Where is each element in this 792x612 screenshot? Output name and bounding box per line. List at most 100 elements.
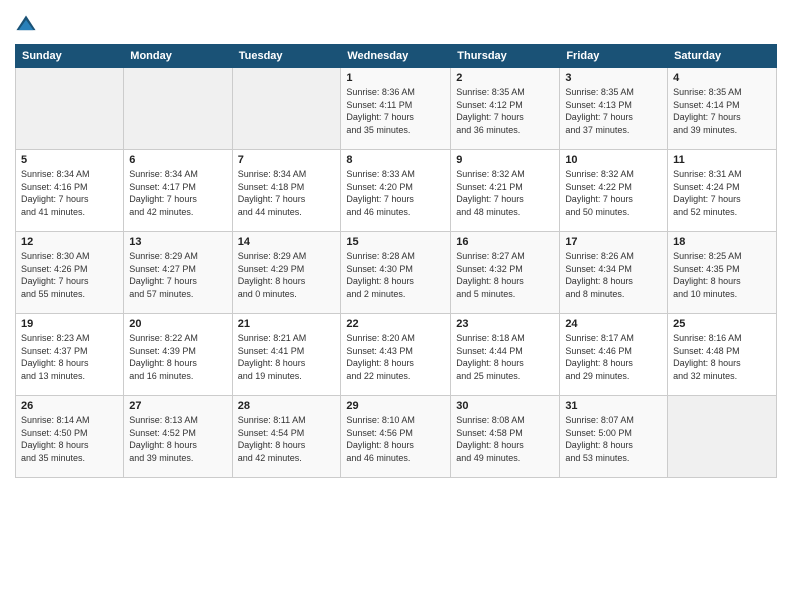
day-number: 28 <box>238 400 336 412</box>
day-info: Sunrise: 8:26 AM Sunset: 4:34 PM Dayligh… <box>565 250 662 300</box>
calendar-cell: 20 Sunrise: 8:22 AM Sunset: 4:39 PM Dayli… <box>124 314 232 396</box>
day-info: Sunrise: 8:25 AM Sunset: 4:35 PM Dayligh… <box>673 250 771 300</box>
day-info: Sunrise: 8:35 AM Sunset: 4:13 PM Dayligh… <box>565 86 662 136</box>
weekday-header: Tuesday <box>232 45 341 68</box>
day-number: 15 <box>346 236 445 248</box>
day-info: Sunrise: 8:28 AM Sunset: 4:30 PM Dayligh… <box>346 250 445 300</box>
day-number: 10 <box>565 154 662 166</box>
day-number: 8 <box>346 154 445 166</box>
calendar-cell: 16 Sunrise: 8:27 AM Sunset: 4:32 PM Dayli… <box>451 232 560 314</box>
header <box>15 10 777 36</box>
day-number: 1 <box>346 72 445 84</box>
day-info: Sunrise: 8:29 AM Sunset: 4:27 PM Dayligh… <box>129 250 226 300</box>
calendar-week-row: 5Sunrise: 8:34 AM Sunset: 4:16 PM Daylig… <box>16 150 777 232</box>
calendar-cell <box>232 68 341 150</box>
calendar-cell <box>124 68 232 150</box>
logo <box>15 14 41 36</box>
calendar-cell: 23 Sunrise: 8:18 AM Sunset: 4:44 PM Dayli… <box>451 314 560 396</box>
day-number: 27 <box>129 400 226 412</box>
calendar-cell: 1 Sunrise: 8:36 AM Sunset: 4:11 PM Daylig… <box>341 68 451 150</box>
calendar-cell: 19 Sunrise: 8:23 AM Sunset: 4:37 PM Dayli… <box>16 314 124 396</box>
day-number: 30 <box>456 400 554 412</box>
day-info: Sunrise: 8:21 AM Sunset: 4:41 PM Dayligh… <box>238 332 336 382</box>
day-info: Sunrise: 8:17 AM Sunset: 4:46 PM Dayligh… <box>565 332 662 382</box>
weekday-header: Friday <box>560 45 668 68</box>
day-info: Sunrise: 8:07 AM Sunset: 5:00 PM Dayligh… <box>565 414 662 464</box>
day-number: 31 <box>565 400 662 412</box>
calendar-header: SundayMondayTuesdayWednesdayThursdayFrid… <box>16 45 777 68</box>
calendar-cell: 9 Sunrise: 8:32 AM Sunset: 4:21 PM Daylig… <box>451 150 560 232</box>
day-number: 20 <box>129 318 226 330</box>
calendar-cell: 7 Sunrise: 8:34 AM Sunset: 4:18 PM Daylig… <box>232 150 341 232</box>
day-number: 26 <box>21 400 118 412</box>
calendar-cell: 17 Sunrise: 8:26 AM Sunset: 4:34 PM Dayli… <box>560 232 668 314</box>
day-info: Sunrise: 8:14 AM Sunset: 4:50 PM Dayligh… <box>21 414 118 464</box>
weekday-header: Monday <box>124 45 232 68</box>
weekday-header: Saturday <box>668 45 777 68</box>
calendar-cell: 13 Sunrise: 8:29 AM Sunset: 4:27 PM Dayli… <box>124 232 232 314</box>
day-info: Sunrise: 8:36 AM Sunset: 4:11 PM Dayligh… <box>346 86 445 136</box>
day-number: 2 <box>456 72 554 84</box>
day-number: 4 <box>673 72 771 84</box>
day-number: 29 <box>346 400 445 412</box>
calendar-cell: 25 Sunrise: 8:16 AM Sunset: 4:48 PM Dayli… <box>668 314 777 396</box>
calendar-week-row: 12Sunrise: 8:30 AM Sunset: 4:26 PM Dayli… <box>16 232 777 314</box>
day-number: 22 <box>346 318 445 330</box>
day-info: Sunrise: 8:33 AM Sunset: 4:20 PM Dayligh… <box>346 168 445 218</box>
calendar-week-row: 26 Sunrise: 8:14 AM Sunset: 4:50 PM Dayli… <box>16 396 777 478</box>
day-info: Sunrise: 8:18 AM Sunset: 4:44 PM Dayligh… <box>456 332 554 382</box>
day-info: Sunrise: 8:32 AM Sunset: 4:22 PM Dayligh… <box>565 168 662 218</box>
day-number: 17 <box>565 236 662 248</box>
day-number: 21 <box>238 318 336 330</box>
logo-icon <box>15 14 37 36</box>
day-number: 12 <box>21 236 118 248</box>
day-info: Sunrise: 8:32 AM Sunset: 4:21 PM Dayligh… <box>456 168 554 218</box>
day-info: Sunrise: 8:31 AM Sunset: 4:24 PM Dayligh… <box>673 168 771 218</box>
calendar-cell: 26 Sunrise: 8:14 AM Sunset: 4:50 PM Dayli… <box>16 396 124 478</box>
day-info: Sunrise: 8:34 AM Sunset: 4:17 PM Dayligh… <box>129 168 226 218</box>
day-number: 6 <box>129 154 226 166</box>
day-info: Sunrise: 8:16 AM Sunset: 4:48 PM Dayligh… <box>673 332 771 382</box>
day-number: 23 <box>456 318 554 330</box>
calendar-cell: 8 Sunrise: 8:33 AM Sunset: 4:20 PM Daylig… <box>341 150 451 232</box>
calendar-table: SundayMondayTuesdayWednesdayThursdayFrid… <box>15 44 777 478</box>
calendar-cell: 24Sunrise: 8:17 AM Sunset: 4:46 PM Dayli… <box>560 314 668 396</box>
calendar-cell: 18 Sunrise: 8:25 AM Sunset: 4:35 PM Dayli… <box>668 232 777 314</box>
day-info: Sunrise: 8:35 AM Sunset: 4:12 PM Dayligh… <box>456 86 554 136</box>
calendar-cell: 28Sunrise: 8:11 AM Sunset: 4:54 PM Dayli… <box>232 396 341 478</box>
day-info: Sunrise: 8:22 AM Sunset: 4:39 PM Dayligh… <box>129 332 226 382</box>
calendar-week-row: 19 Sunrise: 8:23 AM Sunset: 4:37 PM Dayli… <box>16 314 777 396</box>
day-number: 7 <box>238 154 336 166</box>
page: SundayMondayTuesdayWednesdayThursdayFrid… <box>0 0 792 612</box>
calendar-cell: 5Sunrise: 8:34 AM Sunset: 4:16 PM Daylig… <box>16 150 124 232</box>
calendar-cell: 21 Sunrise: 8:21 AM Sunset: 4:41 PM Dayli… <box>232 314 341 396</box>
calendar-cell <box>668 396 777 478</box>
day-info: Sunrise: 8:34 AM Sunset: 4:18 PM Dayligh… <box>238 168 336 218</box>
day-number: 16 <box>456 236 554 248</box>
day-info: Sunrise: 8:10 AM Sunset: 4:56 PM Dayligh… <box>346 414 445 464</box>
day-info: Sunrise: 8:29 AM Sunset: 4:29 PM Dayligh… <box>238 250 336 300</box>
day-number: 9 <box>456 154 554 166</box>
weekday-header: Thursday <box>451 45 560 68</box>
day-number: 14 <box>238 236 336 248</box>
calendar-week-row: 1 Sunrise: 8:36 AM Sunset: 4:11 PM Daylig… <box>16 68 777 150</box>
calendar-cell: 14 Sunrise: 8:29 AM Sunset: 4:29 PM Dayli… <box>232 232 341 314</box>
calendar-cell: 27Sunrise: 8:13 AM Sunset: 4:52 PM Dayli… <box>124 396 232 478</box>
calendar-cell: 3Sunrise: 8:35 AM Sunset: 4:13 PM Daylig… <box>560 68 668 150</box>
calendar-body: 1 Sunrise: 8:36 AM Sunset: 4:11 PM Daylig… <box>16 68 777 478</box>
calendar-cell: 22 Sunrise: 8:20 AM Sunset: 4:43 PM Dayli… <box>341 314 451 396</box>
calendar-cell: 15 Sunrise: 8:28 AM Sunset: 4:30 PM Dayli… <box>341 232 451 314</box>
calendar-cell: 30Sunrise: 8:08 AM Sunset: 4:58 PM Dayli… <box>451 396 560 478</box>
weekday-row: SundayMondayTuesdayWednesdayThursdayFrid… <box>16 45 777 68</box>
day-info: Sunrise: 8:27 AM Sunset: 4:32 PM Dayligh… <box>456 250 554 300</box>
calendar-cell: 31 Sunrise: 8:07 AM Sunset: 5:00 PM Dayli… <box>560 396 668 478</box>
day-number: 18 <box>673 236 771 248</box>
day-info: Sunrise: 8:35 AM Sunset: 4:14 PM Dayligh… <box>673 86 771 136</box>
day-info: Sunrise: 8:23 AM Sunset: 4:37 PM Dayligh… <box>21 332 118 382</box>
day-number: 13 <box>129 236 226 248</box>
day-info: Sunrise: 8:20 AM Sunset: 4:43 PM Dayligh… <box>346 332 445 382</box>
day-number: 19 <box>21 318 118 330</box>
calendar-cell: 2 Sunrise: 8:35 AM Sunset: 4:12 PM Daylig… <box>451 68 560 150</box>
weekday-header: Sunday <box>16 45 124 68</box>
day-number: 25 <box>673 318 771 330</box>
